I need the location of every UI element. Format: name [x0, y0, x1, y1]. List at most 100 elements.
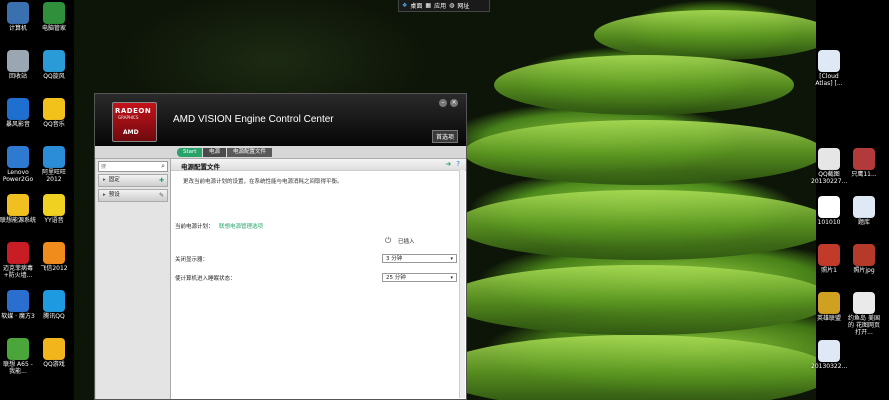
- desktop-icon[interactable]: 101010: [811, 196, 847, 226]
- desktop-icon-label: 暴风影音: [5, 121, 30, 128]
- search-icon[interactable]: ⌕: [161, 162, 165, 171]
- minimize-button[interactable]: –: [439, 99, 447, 107]
- desktop-icon[interactable]: QQ截图 20130227...: [811, 148, 847, 185]
- desktop-icon[interactable]: 阿里旺旺 2012: [36, 146, 72, 183]
- page-title: 电源配置文件: [181, 163, 220, 171]
- help-icon[interactable]: ?: [456, 160, 460, 168]
- computer-icon: [7, 2, 29, 24]
- desktop-icon-label: 软媒 · 魔方3: [1, 313, 35, 320]
- sidebar-item-label: 预设: [108, 192, 120, 198]
- radeon-logo: RADEON GRAPHICS AMD: [112, 102, 157, 142]
- desktop-icon[interactable]: 回收站: [0, 50, 36, 80]
- desktop-icon-label: 英雄联盟: [816, 315, 841, 322]
- taskbar-apps[interactable]: 应用: [434, 1, 446, 10]
- desktop-icon[interactable]: 腾讯QQ: [36, 290, 72, 320]
- amd-control-center-window[interactable]: RADEON GRAPHICS AMD AMD VISION Engine Co…: [94, 93, 467, 400]
- desktop-icon-label: 阿里旺旺 2012: [41, 169, 66, 183]
- window-header: RADEON GRAPHICS AMD AMD VISION Engine Co…: [95, 94, 466, 146]
- sidebar-item-pinned[interactable]: ▸ 固定 ✚: [98, 174, 168, 187]
- top-taskbar[interactable]: ❖ 桌面 ▦ 应用 ◍ 网址: [398, 0, 490, 12]
- breadcrumb-power-profile[interactable]: 电源配置文件: [227, 148, 273, 157]
- description-text: 更改当前电源计划的设置，在系统性能与电源消耗之间取得平衡。: [183, 179, 343, 185]
- tencent-qq-icon: [43, 290, 65, 312]
- windows-flag-icon: ❖: [402, 2, 408, 9]
- desktop-icon[interactable]: 软媒 · 魔方3: [0, 290, 36, 320]
- desktop-icon[interactable]: 暴风影音: [0, 98, 36, 128]
- document-icon: [818, 50, 840, 72]
- desktop-icon-label: 计算机: [8, 25, 27, 32]
- plugged-in-label: 已插入: [398, 238, 415, 245]
- wallpaper-hill: [434, 335, 816, 400]
- recycle-bin-icon: [7, 50, 29, 72]
- content-header: 电源配置文件 ➜ ?: [171, 159, 466, 171]
- desktop-icon-label: 照片1: [821, 267, 837, 274]
- desktop-icon[interactable]: 飞信2012: [36, 242, 72, 272]
- qq-music-icon: [43, 98, 65, 120]
- desktop-icon-label: 电脑管家: [41, 25, 66, 32]
- lenovo-energy-icon: [7, 194, 29, 216]
- desktop-icon[interactable]: 电脑管家: [36, 2, 72, 32]
- desktop-icon[interactable]: 照片jpg: [846, 244, 882, 274]
- desktop-icon-label: 20130322...: [811, 363, 848, 370]
- desktop-icon-label: 题库: [857, 219, 870, 226]
- taskbar-desktop[interactable]: 桌面: [410, 1, 422, 10]
- current-plan-link[interactable]: 联想电源管理选项: [219, 222, 263, 230]
- desktop-icon-label: 联想 A65 - 我能...: [3, 361, 33, 375]
- desktop-icon[interactable]: 计算机: [0, 2, 36, 32]
- desktop-icon[interactable]: Lenovo Power2Go: [0, 146, 36, 183]
- photo-jpg-icon: [853, 244, 875, 266]
- window-controls: – ×: [439, 99, 458, 107]
- pin-icon[interactable]: ✚: [159, 175, 164, 186]
- desktop-icon[interactable]: QQ旋风: [36, 50, 72, 80]
- desktop-icon[interactable]: 英雄联盟: [811, 292, 847, 322]
- chevron-right-icon: ▸: [103, 192, 106, 198]
- desktop-icon[interactable]: 联想 A65 - 我能...: [0, 338, 36, 375]
- power-plug-icon: ⏻: [385, 236, 392, 245]
- rubik-cube-icon: [7, 290, 29, 312]
- chevron-right-icon: ▸: [103, 177, 106, 183]
- window-title: AMD VISION Engine Control Center: [173, 114, 334, 125]
- desktop-icon[interactable]: 题库: [846, 196, 882, 226]
- desktop-icon[interactable]: 约鱼岛 美国的 花图网页打开...: [846, 292, 882, 336]
- logo-brand: AMD: [123, 129, 139, 136]
- current-plan-label: 当前电源计划：: [175, 224, 214, 230]
- desktop-icon[interactable]: QQ游戏: [36, 338, 72, 368]
- breadcrumb-start[interactable]: Start: [177, 148, 203, 157]
- desktop-icon[interactable]: QQ音乐: [36, 98, 72, 128]
- desktop-icon[interactable]: [Cloud Atlas] [...: [811, 50, 847, 87]
- desktop-icon-label: 只鹰11...: [851, 171, 877, 178]
- globe-icon: ◍: [449, 2, 455, 9]
- taskbar-web[interactable]: 网址: [457, 1, 469, 10]
- close-button[interactable]: ×: [450, 99, 458, 107]
- lenovo-phone-icon: [7, 338, 29, 360]
- desktop-icon[interactable]: 联想能源系统: [0, 194, 36, 224]
- desktop-icon[interactable]: 20130322...: [811, 340, 847, 370]
- back-arrow-icon[interactable]: ➜: [445, 160, 451, 168]
- storm-player-icon: [7, 98, 29, 120]
- desktop-icon-label: QQ音乐: [43, 121, 65, 128]
- desktop-icon[interactable]: YY语音: [36, 194, 72, 224]
- person-photo-icon: [853, 148, 875, 170]
- sidebar: ⌕ ▸固定 ✚ ▸预设 ✎: [96, 159, 171, 399]
- sleep-dropdown[interactable]: 25 分钟 ▾: [382, 273, 457, 282]
- qq-whirlwind-icon: [43, 50, 65, 72]
- sidebar-item-presets[interactable]: ▸ 预设 ✎: [98, 189, 168, 202]
- web-image-icon: [853, 292, 875, 314]
- display-off-dropdown[interactable]: 3 分钟 ▾: [382, 254, 457, 263]
- content-panel: 电源配置文件 ➜ ? 更改当前电源计划的设置，在系统性能与电源消耗之间取得平衡。…: [171, 159, 466, 399]
- doc2013-icon: [818, 340, 840, 362]
- desktop-icon[interactable]: 只鹰11...: [846, 148, 882, 178]
- lol-icon: [818, 292, 840, 314]
- desktop-icon-label: 迈克菲病毒 +防火墙...: [2, 265, 33, 279]
- desktop-icon[interactable]: 照片1: [811, 244, 847, 274]
- breadcrumb-power[interactable]: 电源: [203, 148, 227, 157]
- scrollbar[interactable]: [459, 170, 465, 398]
- edit-icon[interactable]: ✎: [159, 190, 164, 201]
- desktop-icon-label: 飞信2012: [40, 265, 68, 272]
- search-box[interactable]: ⌕: [98, 161, 168, 172]
- display-off-label: 关闭显示器：: [175, 257, 209, 263]
- sleep-label: 使计算机进入睡眠状态：: [175, 276, 236, 282]
- desktop-icon[interactable]: 迈克菲病毒 +防火墙...: [0, 242, 36, 279]
- search-input[interactable]: [99, 163, 163, 171]
- preferences-button[interactable]: 首选项: [431, 130, 458, 143]
